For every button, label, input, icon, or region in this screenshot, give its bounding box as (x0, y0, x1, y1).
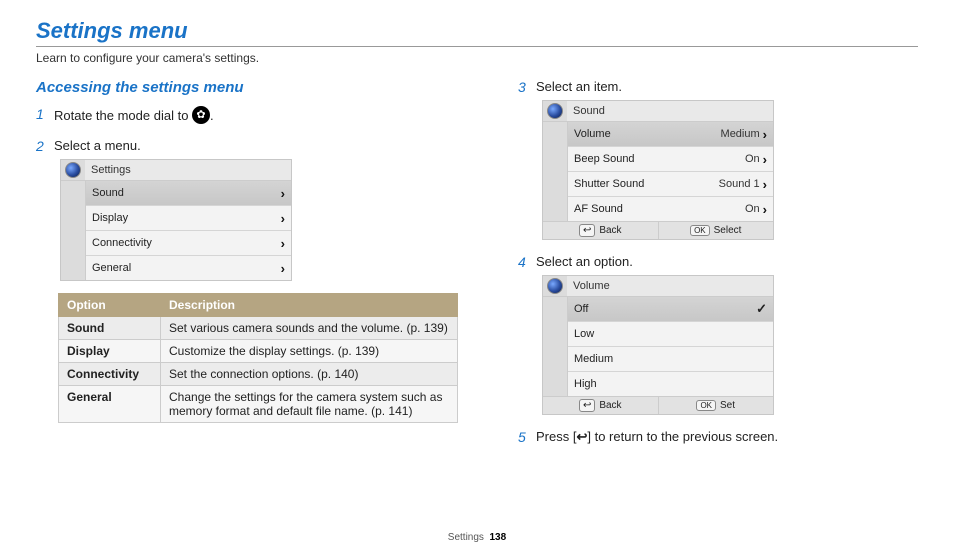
page-subtitle: Learn to configure your camera's setting… (36, 51, 918, 65)
item-label: Beep Sound (574, 153, 635, 165)
footer-action-label: Set (720, 400, 735, 411)
checkmark-icon: ✓ (756, 301, 767, 317)
sound-item-shutter[interactable]: Shutter Sound Sound 1› (568, 171, 773, 196)
chevron-right-icon: › (281, 261, 285, 276)
table-row: Display Customize the display settings. … (59, 340, 458, 363)
options-description-table: Option Description Sound Set various cam… (58, 293, 458, 423)
table-row: General Change the settings for the came… (59, 386, 458, 423)
section-heading: Accessing the settings menu (36, 79, 458, 96)
volume-option-high[interactable]: High (568, 371, 773, 396)
step-2-text: Select a menu. (54, 138, 458, 153)
table-header-option: Option (59, 294, 161, 317)
volume-option-low[interactable]: Low (568, 321, 773, 346)
footer-page-number: 138 (490, 532, 507, 543)
item-value: Medium (721, 128, 760, 140)
camera-screen-settings: Settings Sound › Di (60, 159, 292, 281)
lens-icon (65, 162, 81, 178)
screen3-header: Volume (567, 276, 616, 296)
sound-item-af[interactable]: AF Sound On› (568, 196, 773, 221)
chevron-right-icon: › (763, 127, 767, 142)
option-label: Off (574, 303, 588, 315)
volume-option-off[interactable]: Off ✓ (568, 297, 773, 321)
ok-key-icon: OK (696, 400, 716, 411)
page-title: Settings menu (36, 18, 918, 44)
chevron-right-icon: › (281, 211, 285, 226)
sound-item-beep[interactable]: Beep Sound On› (568, 146, 773, 171)
step-1-text: Rotate the mode dial to . (54, 106, 458, 124)
item-value: On (745, 203, 760, 215)
step-number: 4 (518, 254, 536, 270)
option-label: High (574, 378, 597, 390)
option-cell: Display (59, 340, 161, 363)
page-footer: Settings 138 (0, 532, 954, 543)
title-divider (36, 46, 918, 47)
step-number: 2 (36, 138, 54, 154)
lens-icon (547, 278, 563, 294)
chevron-right-icon: › (763, 177, 767, 192)
item-value: Sound 1 (719, 178, 760, 190)
chevron-right-icon: › (763, 152, 767, 167)
step-1-post: . (210, 108, 214, 123)
volume-option-medium[interactable]: Medium (568, 346, 773, 371)
screen1-header: Settings (85, 160, 137, 180)
description-cell: Set various camera sounds and the volume… (161, 317, 458, 340)
item-label: AF Sound (574, 203, 623, 215)
table-header-description: Description (161, 294, 458, 317)
option-cell: Connectivity (59, 363, 161, 386)
menu-item-sound[interactable]: Sound › (86, 181, 291, 205)
footer-back-label: Back (599, 225, 621, 236)
step-5-text: Press [↩] to return to the previous scre… (536, 429, 938, 445)
footer-action-label: Select (714, 225, 742, 236)
sound-item-volume[interactable]: Volume Medium› (568, 122, 773, 146)
footer-section-label: Settings (448, 532, 484, 543)
item-value: On (745, 153, 760, 165)
menu-item-label: Sound (92, 187, 124, 199)
option-label: Medium (574, 353, 613, 365)
chevron-right-icon: › (281, 186, 285, 201)
step-number: 3 (518, 79, 536, 95)
table-row: Sound Set various camera sounds and the … (59, 317, 458, 340)
ok-key-icon: OK (690, 225, 710, 236)
lens-icon (547, 103, 563, 119)
step-5-pre: Press [ (536, 429, 576, 444)
option-cell: Sound (59, 317, 161, 340)
menu-item-display[interactable]: Display › (86, 205, 291, 230)
menu-item-label: Connectivity (92, 237, 152, 249)
back-key-icon: ↩ (579, 224, 595, 237)
step-3-text: Select an item. (536, 79, 938, 94)
return-icon: ↩ (576, 429, 587, 444)
camera-screen-sound: Sound Volume Medium› (542, 100, 774, 240)
step-5-post: ] to return to the previous screen. (587, 429, 778, 444)
menu-item-label: General (92, 262, 131, 274)
screen-footer: ↩ Back OK Select (543, 221, 773, 239)
mode-dial-gear-icon (192, 106, 210, 124)
chevron-right-icon: › (763, 202, 767, 217)
description-cell: Set the connection options. (p. 140) (161, 363, 458, 386)
option-label: Low (574, 328, 594, 340)
camera-screen-volume: Volume Off ✓ Low (542, 275, 774, 415)
option-cell: General (59, 386, 161, 423)
step-number: 1 (36, 106, 54, 122)
step-4-text: Select an option. (536, 254, 938, 269)
description-cell: Customize the display settings. (p. 139) (161, 340, 458, 363)
chevron-right-icon: › (281, 236, 285, 251)
item-label: Volume (574, 128, 611, 140)
description-cell: Change the settings for the camera syste… (161, 386, 458, 423)
screen2-header: Sound (567, 101, 611, 121)
back-key-icon: ↩ (579, 399, 595, 412)
menu-item-label: Display (92, 212, 128, 224)
item-label: Shutter Sound (574, 178, 644, 190)
step-1-pre: Rotate the mode dial to (54, 108, 192, 123)
table-row: Connectivity Set the connection options.… (59, 363, 458, 386)
menu-item-connectivity[interactable]: Connectivity › (86, 230, 291, 255)
footer-back-label: Back (599, 400, 621, 411)
step-number: 5 (518, 429, 536, 445)
menu-item-general[interactable]: General › (86, 255, 291, 280)
screen-footer: ↩ Back OK Set (543, 396, 773, 414)
